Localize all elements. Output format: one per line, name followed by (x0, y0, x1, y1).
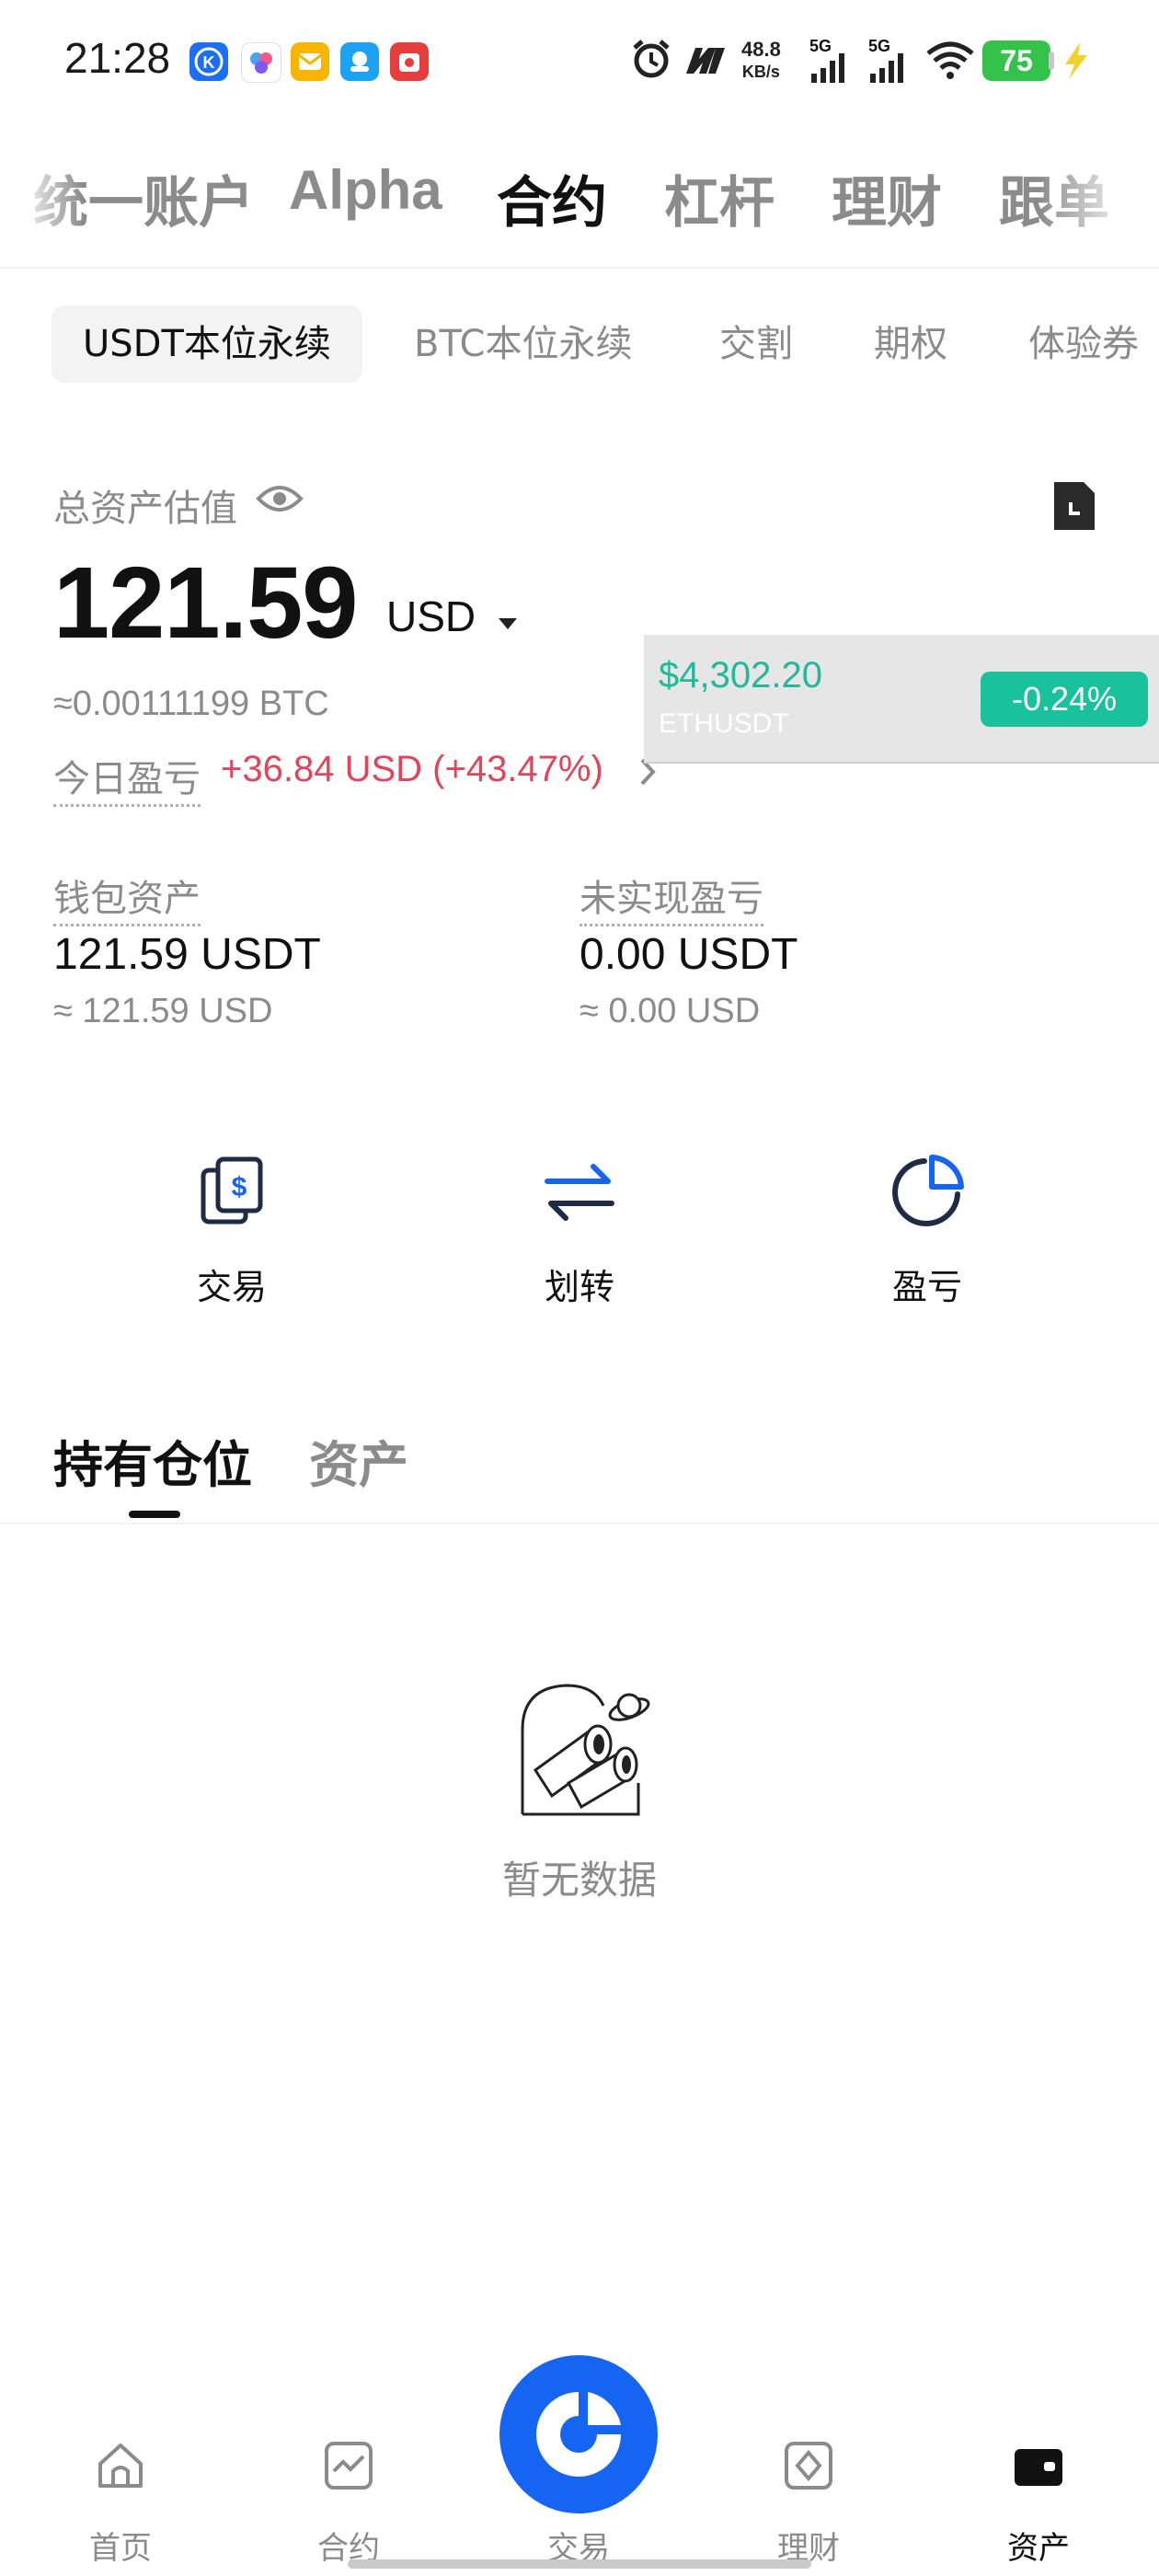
subtab-delivery[interactable]: 交割 (719, 305, 793, 383)
nav-assets-label: 资产 (1007, 2530, 1070, 2567)
m-app-icon (681, 44, 729, 81)
app-k-icon: K (189, 42, 228, 81)
tab-futures[interactable]: 合约 (497, 158, 607, 238)
trade-button[interactable]: $ 交易 (131, 1150, 333, 1316)
currency-selector[interactable]: USD (386, 592, 519, 641)
alarm-icon (629, 37, 673, 85)
ticker-change-badge: -0.24% (981, 672, 1148, 727)
trade-label: 交易 (196, 1267, 267, 1307)
trade-dollar-icon: $ (201, 1156, 263, 1225)
status-time: 21:28 (64, 34, 171, 82)
caret-down-icon (498, 618, 517, 629)
floating-ticker-widget[interactable]: $4,302.20 ETHUSDT -0.24% (644, 635, 1159, 764)
net-speed-unit: KB/s (741, 63, 780, 81)
btc-equivalent: ≈0.00111199 BTC (53, 684, 329, 723)
app-flower-icon (241, 42, 281, 83)
today-pnl-label[interactable]: 今日盈亏 (53, 749, 201, 807)
futures-chart-icon (325, 2442, 373, 2490)
app-mail-icon (291, 42, 329, 81)
subtab-usdt-perpetual[interactable]: USDT本位永续 (52, 305, 362, 383)
battery-level: 75 (982, 40, 1050, 81)
unrealized-pnl-label[interactable]: 未实现盈亏 (580, 868, 763, 926)
pnl-button[interactable]: 盈亏 (826, 1150, 1028, 1316)
battery-cap (1049, 52, 1054, 70)
total-assets-value: 121.59 (53, 546, 358, 660)
tab-margin[interactable]: 杠杆 (664, 158, 775, 238)
tab-earn[interactable]: 理财 (832, 158, 942, 238)
transfer-arrows-icon (545, 1164, 614, 1221)
signal-bars-icon (870, 53, 903, 83)
tabs-divider (0, 1523, 1159, 1524)
ticker-symbol: ETHUSDT (659, 708, 789, 739)
subtab-options[interactable]: 期权 (874, 305, 947, 383)
top-tab-bar: 统一账户 Alpha 合约 杠杆 理财 跟单 (0, 138, 1159, 269)
tab-assets[interactable]: 资产 (309, 1424, 408, 1497)
nav-assets[interactable]: 资产 (970, 2438, 1107, 2567)
tab-positions[interactable]: 持有仓位 (53, 1424, 252, 1497)
subtab-btc-perpetual[interactable]: BTC本位永续 (414, 305, 632, 383)
transfer-button[interactable]: 划转 (478, 1150, 681, 1316)
nav-futures[interactable]: 合约 (280, 2438, 418, 2567)
app-cloud-icon (340, 42, 379, 81)
signal-5g-2: 5G (868, 37, 903, 83)
nav-trade-button[interactable] (499, 2355, 658, 2513)
history-record-icon[interactable] (1050, 478, 1098, 537)
status-bar: 21:28 K 48.8 KB/s 5G 5G 75 (0, 0, 1159, 120)
net-speed-value: 48.8 (741, 38, 781, 61)
app-shop-icon (390, 42, 429, 81)
nav-earn[interactable]: 理财 (740, 2438, 878, 2567)
transfer-label: 划转 (544, 1267, 614, 1307)
eye-icon[interactable] (256, 480, 304, 521)
tabs-fade-right (1039, 138, 1159, 267)
signal-5g-1: 5G (809, 37, 844, 83)
ticker-price: $4,302.20 (659, 655, 822, 696)
currency-label: USD (386, 592, 476, 640)
wallet-assets-value: 121.59 USDT (53, 930, 321, 979)
signal-bars-icon (811, 53, 844, 83)
total-assets-label: 总资产估值 (53, 488, 237, 530)
wallet-icon (1015, 2449, 1062, 2486)
home-icon (98, 2444, 143, 2488)
subtab-voucher[interactable]: 体验券 (1028, 305, 1139, 383)
today-pnl-value[interactable]: +36.84 USD (+43.47%) (221, 749, 603, 790)
network-speed: 48.8 KB/s (741, 39, 781, 83)
tab-alpha[interactable]: Alpha (289, 158, 442, 222)
pnl-label: 盈亏 (891, 1267, 962, 1307)
wifi-icon (925, 40, 975, 85)
nav-home-label: 首页 (89, 2530, 152, 2567)
svg-text:K: K (203, 53, 215, 72)
unrealized-pnl-value: 0.00 USDT (580, 930, 798, 979)
svg-text:$: $ (232, 1172, 247, 1202)
earn-diamond-icon (785, 2442, 832, 2490)
empty-telescope-icon (511, 1669, 668, 1829)
charging-icon (1060, 40, 1091, 85)
empty-state-text: 暂无数据 (501, 1857, 657, 1903)
pie-chart-icon (892, 1155, 964, 1226)
tabs-fade-left (0, 138, 83, 267)
home-indicator[interactable] (348, 2559, 811, 2569)
trade-logo-icon (536, 2392, 621, 2477)
nav-home[interactable]: 首页 (52, 2438, 189, 2567)
active-tab-indicator (129, 1511, 180, 1518)
wallet-assets-label[interactable]: 钱包资产 (53, 868, 201, 926)
unrealized-pnl-usd: ≈ 0.00 USD (580, 992, 761, 1030)
wallet-assets-usd: ≈ 121.59 USD (53, 992, 273, 1030)
